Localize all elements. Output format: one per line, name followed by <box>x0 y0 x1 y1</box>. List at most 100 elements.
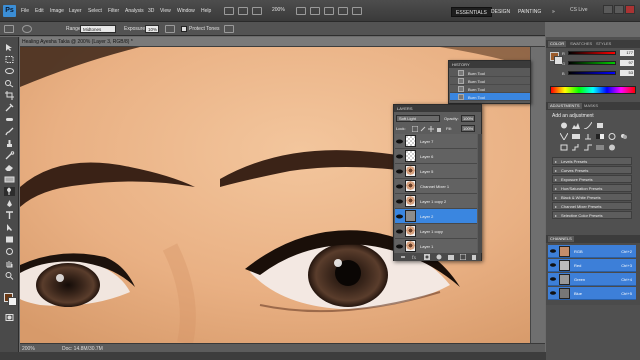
threshold-icon[interactable] <box>584 144 592 151</box>
preset-black-white[interactable]: ▸ Black & White Presets <box>552 193 632 201</box>
layer-row[interactable]: Layer 7 <box>395 134 477 149</box>
green-slider[interactable] <box>568 61 616 65</box>
preset-exposure[interactable]: ▸ Exposure Presets <box>552 175 632 183</box>
hue-saturation-icon[interactable] <box>572 133 580 140</box>
eraser-tool-icon[interactable] <box>4 163 15 172</box>
eye-icon[interactable] <box>550 290 556 296</box>
zoom-tool-icon[interactable] <box>310 7 320 15</box>
screen-mode-icon[interactable] <box>352 7 362 15</box>
lock-transparency-icon[interactable] <box>411 125 419 134</box>
eye-icon[interactable] <box>396 243 403 250</box>
brightness-contrast-icon[interactable] <box>560 122 568 129</box>
menu-analysis[interactable]: Analysis <box>125 8 144 14</box>
minimize-button[interactable] <box>603 5 613 14</box>
rotate-view-icon[interactable] <box>324 7 334 15</box>
fill-input[interactable]: 100% <box>461 125 475 132</box>
zoom-level-menu[interactable]: 200% <box>272 7 285 13</box>
layer-style-icon[interactable]: fx <box>412 254 418 262</box>
preset-curves[interactable]: ▸ Curves Presets <box>552 166 632 174</box>
tab-masks[interactable]: MASKS <box>582 103 600 109</box>
preset-levels[interactable]: ▸ Levels Presets <box>552 157 632 165</box>
photo-filter-icon[interactable] <box>608 133 616 140</box>
menu-edit[interactable]: Edit <box>35 8 44 14</box>
menu-layer[interactable]: Layer <box>69 8 82 14</box>
move-tool-icon[interactable] <box>4 43 15 52</box>
layer-row[interactable]: Layer 5 <box>395 164 477 179</box>
restore-button[interactable] <box>614 5 624 14</box>
lasso-tool-icon[interactable] <box>4 67 15 76</box>
3d-rotate-tool-icon[interactable] <box>4 247 15 256</box>
invert-icon[interactable] <box>560 144 568 151</box>
add-mask-icon[interactable] <box>424 254 430 262</box>
menu-filter[interactable]: Filter <box>108 8 119 14</box>
blue-slider[interactable] <box>568 71 616 75</box>
menu-image[interactable]: Image <box>50 8 64 14</box>
black-white-icon[interactable] <box>596 133 604 140</box>
vertical-scrollbar[interactable] <box>530 47 545 343</box>
gradient-tool-icon[interactable] <box>4 175 15 184</box>
red-slider[interactable] <box>568 51 616 55</box>
layers-panel-header[interactable]: LAYERS <box>394 105 481 112</box>
channel-mixer-icon[interactable] <box>620 133 628 140</box>
history-panel-header[interactable]: HISTORY <box>449 61 530 68</box>
history-brush-tool-icon[interactable] <box>4 151 15 160</box>
view-extras-icon[interactable] <box>252 7 262 15</box>
zoom-tool-icon[interactable] <box>4 271 15 280</box>
vibrance-icon[interactable] <box>559 132 569 142</box>
eye-icon[interactable] <box>396 198 403 205</box>
eye-icon[interactable] <box>396 213 403 220</box>
new-adjustment-layer-icon[interactable] <box>436 254 442 262</box>
layer-row[interactable]: Channel Mixer 1 <box>395 179 477 194</box>
color-balance-icon[interactable] <box>584 133 592 140</box>
more-workspaces-button[interactable]: » <box>548 7 559 17</box>
opacity-input[interactable]: 100% <box>461 115 475 122</box>
channel-row-red[interactable]: Red Ctrl+3 <box>548 259 636 272</box>
curves-icon[interactable] <box>583 121 593 130</box>
link-layers-icon[interactable] <box>400 254 406 262</box>
eye-icon[interactable] <box>396 153 403 160</box>
layers-scrollbar[interactable] <box>478 134 482 253</box>
posterize-icon[interactable] <box>572 144 580 151</box>
tab-adjustments[interactable]: ADJUSTMENTS <box>548 103 582 109</box>
workspace-design-button[interactable]: DESIGN <box>487 7 514 17</box>
shape-tool-icon[interactable] <box>4 235 15 244</box>
airbrush-icon[interactable] <box>165 25 175 33</box>
tab-color[interactable]: COLOR <box>548 41 567 47</box>
exposure-icon[interactable] <box>596 122 604 129</box>
close-button[interactable] <box>625 5 635 14</box>
history-state-current[interactable]: Burn Tool <box>450 93 530 101</box>
eye-icon[interactable] <box>550 276 556 282</box>
path-selection-tool-icon[interactable] <box>4 223 15 232</box>
pen-tool-icon[interactable] <box>4 199 15 208</box>
lock-position-icon[interactable] <box>428 126 434 134</box>
tab-channels[interactable]: CHANNELS <box>548 236 574 242</box>
document-tab[interactable]: Healing Ayesha Takia @ 200% (Layer 3, RG… <box>20 37 545 47</box>
history-state[interactable]: Burn Tool <box>450 77 530 85</box>
preset-channel-mixer[interactable]: ▸ Channel Mixer Presets <box>552 202 632 210</box>
range-select[interactable]: Midtones <box>80 25 116 33</box>
exposure-input[interactable]: 10% <box>145 25 159 33</box>
layer-row[interactable]: Layer 1 <box>395 239 477 253</box>
eye-icon[interactable] <box>550 248 556 254</box>
protect-tones-checkbox[interactable] <box>181 26 187 32</box>
red-value[interactable]: 177 <box>620 50 634 56</box>
lock-all-icon[interactable] <box>436 126 442 134</box>
history-state[interactable]: Burn Tool <box>450 85 530 93</box>
preset-hue-saturation[interactable]: ▸ Hue/Saturation Presets <box>552 184 632 192</box>
tab-styles[interactable]: STYLES <box>594 41 613 47</box>
layer-row[interactable]: Layer 6 <box>395 149 477 164</box>
eye-icon[interactable] <box>396 138 403 145</box>
history-state[interactable]: Burn Tool <box>450 69 530 77</box>
crop-tool-icon[interactable] <box>4 91 15 100</box>
menu-view[interactable]: View <box>160 8 171 14</box>
gradient-map-icon[interactable] <box>596 144 604 151</box>
brush-tool-icon[interactable] <box>4 127 15 136</box>
eye-icon[interactable] <box>396 183 403 190</box>
hand-tool-icon[interactable] <box>4 259 15 268</box>
brush-size-icon[interactable] <box>22 25 32 33</box>
green-value[interactable]: 97 <box>620 60 634 66</box>
cs-live-button[interactable]: CS Live <box>570 7 588 13</box>
selective-color-icon[interactable] <box>608 144 616 151</box>
menu-file[interactable]: File <box>21 8 29 14</box>
type-tool-icon[interactable] <box>4 211 15 220</box>
